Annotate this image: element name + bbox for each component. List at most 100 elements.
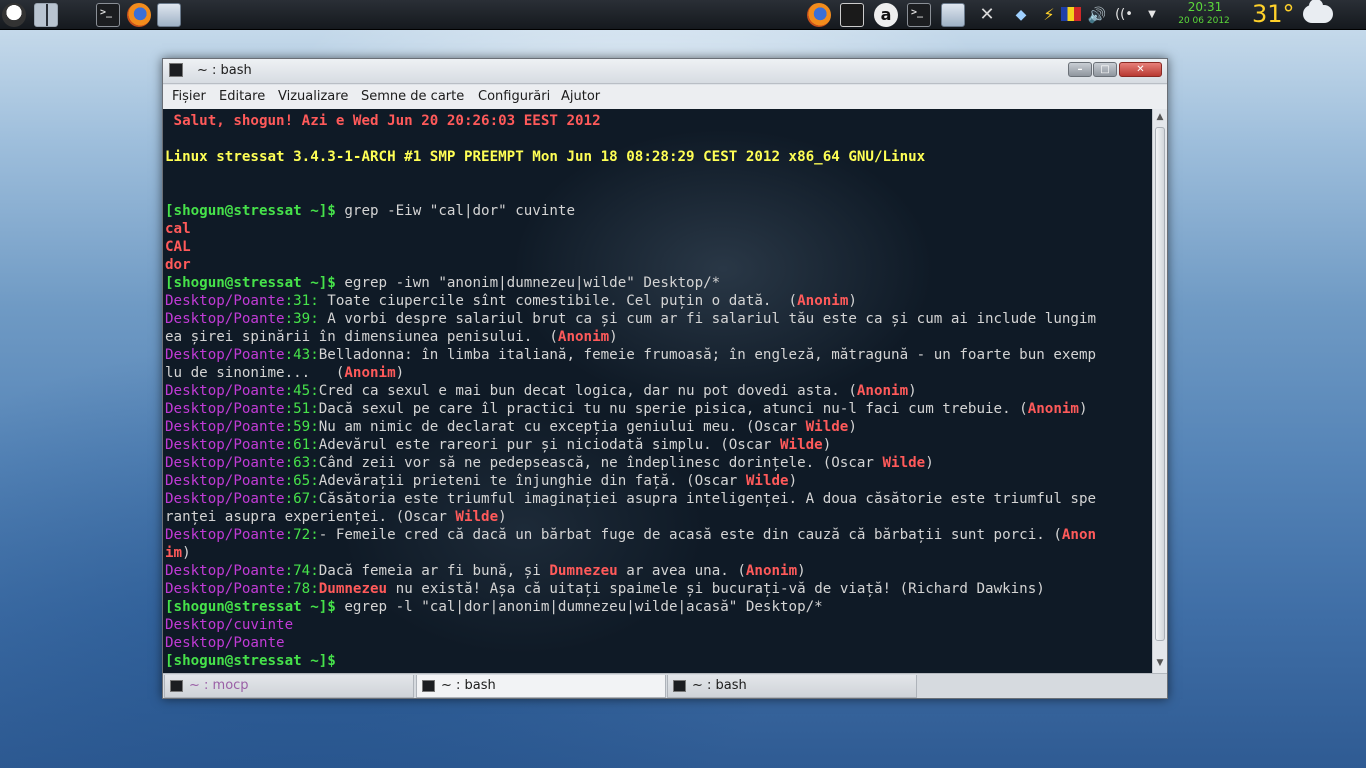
terminal-text: im bbox=[165, 545, 183, 561]
minimize-button[interactable]: – bbox=[1068, 62, 1092, 77]
terminal-icon bbox=[170, 680, 183, 692]
firefox-icon[interactable] bbox=[807, 3, 831, 27]
terminal-text: Anonim bbox=[1027, 401, 1079, 417]
menubar: Fișier Editare Vizualizare Semne de cart… bbox=[163, 85, 1167, 109]
flag-icon[interactable] bbox=[1061, 7, 1081, 21]
terminal-line: Desktop/Poante:61:Adevărul este rareori … bbox=[165, 436, 831, 454]
scroll-down-icon[interactable]: ▼ bbox=[1154, 657, 1166, 669]
terminal-text: [shogun@stressat ~]$ bbox=[165, 599, 336, 615]
scrollbar[interactable]: ▲ ▼ bbox=[1152, 109, 1167, 673]
terminal-text: ) bbox=[848, 419, 857, 435]
tab-mocp[interactable]: ~ : mocp bbox=[164, 675, 414, 698]
clock-date[interactable]: 20 06 2012 bbox=[1168, 16, 1240, 26]
terminal-line: [shogun@stressat ~]$ egrep -l "cal|dor|a… bbox=[165, 598, 823, 616]
menu-ajutor[interactable]: Ajutor bbox=[561, 89, 600, 104]
terminal-text: [shogun@stressat ~]$ bbox=[165, 275, 336, 291]
terminal-text: Căsătoria este triumful imaginației asup… bbox=[318, 491, 1097, 507]
weather-cloud-icon[interactable] bbox=[1303, 0, 1333, 23]
dropdown-icon[interactable]: ▼ bbox=[1140, 3, 1164, 27]
tab-bash[interactable]: ~ : bash bbox=[667, 675, 917, 698]
settings-tools-icon[interactable]: ✕ bbox=[975, 3, 999, 27]
terminal-text: :51: bbox=[284, 401, 319, 417]
menu-editare[interactable]: Editare bbox=[219, 89, 265, 104]
tab-bash-active[interactable]: ~ : bash bbox=[416, 675, 666, 698]
terminal-text: :65: bbox=[284, 473, 319, 489]
terminal-line: Desktop/Poante:51:Dacă sexul pe care îl … bbox=[165, 400, 1088, 418]
terminal-text: :31: bbox=[284, 293, 319, 309]
menu-vizualizare[interactable]: Vizualizare bbox=[278, 89, 348, 104]
terminal-line: im) bbox=[165, 544, 191, 562]
terminal-icon bbox=[422, 680, 435, 692]
terminal-text: :43: bbox=[284, 347, 319, 363]
window-titlebar[interactable]: ~ : bash – □ ✕ bbox=[163, 59, 1167, 84]
terminal-text: CAL bbox=[165, 239, 191, 255]
terminal-text: lu de sinonime... ( bbox=[165, 365, 345, 381]
terminal-text: :39: bbox=[284, 311, 319, 327]
terminal-icon[interactable] bbox=[96, 3, 120, 27]
power-icon[interactable]: ⚡ bbox=[1037, 3, 1061, 27]
menu-fisier[interactable]: Fișier bbox=[172, 89, 206, 104]
terminal-text: Dumnezeu bbox=[549, 563, 618, 579]
terminal-text: ) bbox=[925, 455, 934, 471]
terminal-icon[interactable] bbox=[907, 3, 931, 27]
file-manager-icon[interactable] bbox=[941, 3, 965, 27]
terminal-text: Wilde bbox=[882, 455, 926, 471]
terminal-text: :59: bbox=[284, 419, 319, 435]
terminal-text: Wilde bbox=[455, 509, 499, 525]
terminal-text: Desktop/Poante bbox=[165, 563, 285, 579]
desktop-grid-icon[interactable] bbox=[34, 3, 58, 27]
dropbox-icon[interactable]: ◆ bbox=[1009, 3, 1033, 27]
terminal-line: dor bbox=[165, 256, 191, 274]
terminal-text: ) bbox=[908, 383, 917, 399]
clock-time[interactable]: 20:31 bbox=[1172, 0, 1238, 14]
terminal-line: Desktop/Poante:45:Cred ca sexul e mai bu… bbox=[165, 382, 917, 400]
terminal-text: Belladonna: în limba italiană, femeie fr… bbox=[318, 347, 1097, 363]
notes-icon[interactable] bbox=[840, 3, 864, 27]
terminal-text: :61: bbox=[284, 437, 319, 453]
terminal-text: Anonim bbox=[856, 383, 909, 399]
terminal-text: Desktop/Poante bbox=[165, 527, 285, 543]
terminal-line: Desktop/Poante:67:Căsătoria este triumfu… bbox=[165, 490, 1096, 508]
terminal-text: cal bbox=[165, 221, 191, 237]
terminal-text: ) bbox=[822, 437, 832, 453]
terminal-output[interactable]: Salut, shogun! Azi e Wed Jun 20 20:26:03… bbox=[163, 109, 1152, 673]
terminal-text: ) bbox=[395, 365, 405, 381]
terminal-text: [shogun@stressat ~]$ bbox=[165, 653, 336, 669]
terminal-text: Desktop/Poante bbox=[165, 437, 285, 453]
terminal-text: ) bbox=[182, 545, 191, 561]
terminal-text: Desktop/Poante bbox=[165, 419, 285, 435]
volume-icon[interactable]: 🔊 bbox=[1085, 3, 1109, 27]
mascot-icon[interactable] bbox=[2, 3, 26, 27]
terminal-line: Desktop/Poante:63:Când zeii vor să ne pe… bbox=[165, 454, 934, 472]
konsole-window: ~ : bash – □ ✕ Fișier Editare Vizualizar… bbox=[162, 58, 1168, 699]
scroll-up-icon[interactable]: ▲ bbox=[1154, 111, 1166, 123]
terminal-text: :72: bbox=[284, 527, 319, 543]
terminal-text: Dacă sexul pe care îl practici tu nu spe… bbox=[318, 401, 1028, 417]
terminal-text: Desktop/cuvinte bbox=[165, 617, 294, 633]
weather-temperature[interactable]: 31° bbox=[1252, 0, 1295, 28]
terminal-text: Wilde bbox=[780, 437, 823, 453]
terminal-app-icon[interactable] bbox=[169, 63, 183, 77]
terminal-text: ) bbox=[498, 509, 507, 525]
document-icon[interactable] bbox=[157, 3, 181, 27]
terminal-text: Desktop/Poante bbox=[165, 383, 285, 399]
wifi-icon[interactable]: ((• bbox=[1112, 3, 1136, 27]
terminal-text: - Femeile cred că dacă un bărbat fuge de… bbox=[318, 527, 1062, 543]
terminal-line: Desktop/Poante:74:Dacă femeia ar fi bună… bbox=[165, 562, 806, 580]
menu-configurari[interactable]: Configurări bbox=[478, 89, 550, 104]
top-panel: a ✕ ◆ ⚡ 🔊 ((• ▼ 20:31 20 06 2012 31° bbox=[0, 0, 1366, 30]
terminal-line: ranței asupra experienței. (Oscar Wilde) bbox=[165, 508, 507, 526]
menu-semne-de-carte[interactable]: Semne de carte bbox=[361, 89, 464, 104]
terminal-text: :74: bbox=[284, 563, 319, 579]
terminal-line: Desktop/Poante:43:Belladonna: în limba i… bbox=[165, 346, 1096, 364]
close-button[interactable]: ✕ bbox=[1119, 62, 1162, 77]
scrollbar-thumb[interactable] bbox=[1155, 127, 1165, 641]
terminal-text: :67: bbox=[284, 491, 319, 507]
a-icon[interactable]: a bbox=[874, 3, 898, 27]
terminal-line: [shogun@stressat ~]$ grep -Eiw "cal|dor"… bbox=[165, 202, 575, 220]
terminal-line: lu de sinonime... (Anonim) bbox=[165, 364, 404, 382]
terminal-line: Desktop/Poante bbox=[165, 634, 285, 652]
firefox-icon[interactable] bbox=[127, 3, 151, 27]
terminal-line: CAL bbox=[165, 238, 191, 256]
maximize-button[interactable]: □ bbox=[1093, 62, 1117, 77]
